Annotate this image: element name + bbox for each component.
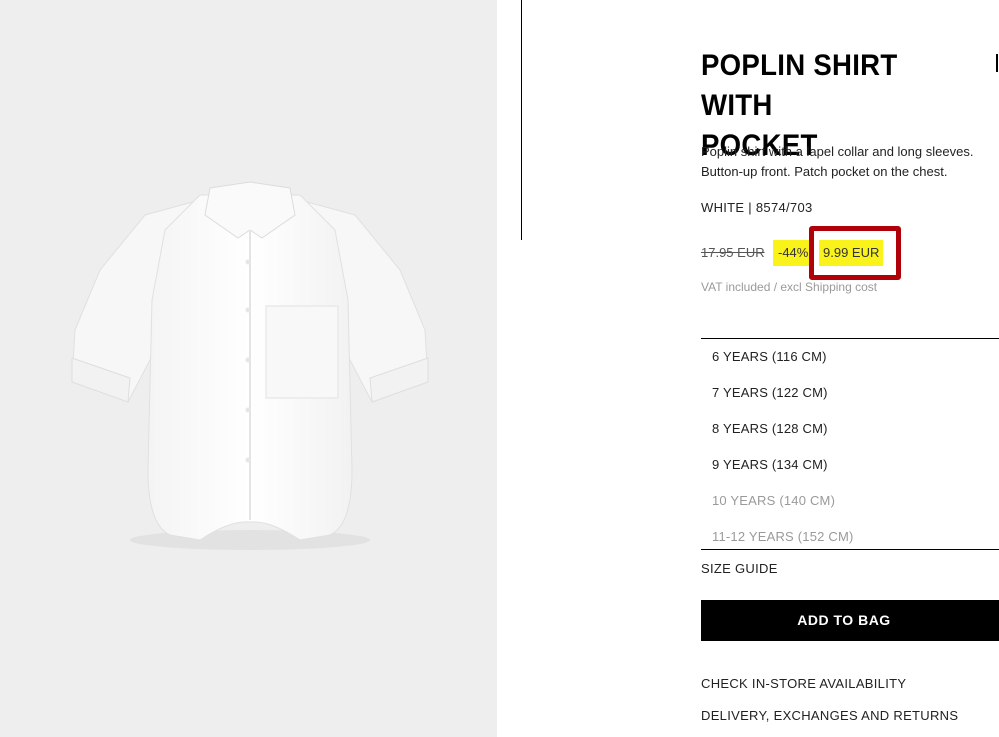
size-option[interactable]: 9 YEARS (134 CM) [701, 447, 999, 483]
product-description: Poplin shirt with a lapel collar and lon… [701, 142, 999, 182]
delivery-returns-link[interactable]: DELIVERY, EXCHANGES AND RETURNS [701, 708, 958, 723]
vat-note: VAT included / excl Shipping cost [701, 280, 878, 294]
size-option-unavailable[interactable]: 11-12 YEARS (152 CM) [701, 519, 999, 549]
product-title-line1: POPLIN SHIRT WITH [701, 49, 898, 122]
check-in-store-link[interactable]: CHECK IN-STORE AVAILABILITY [701, 676, 906, 691]
size-option[interactable]: 8 YEARS (128 CM) [701, 411, 999, 447]
size-selector: 6 YEARS (116 CM) 7 YEARS (122 CM) 8 YEAR… [701, 338, 999, 550]
product-image[interactable] [0, 0, 497, 737]
description-line2: Button-up front. Patch pocket on the che… [701, 164, 948, 179]
size-option-unavailable[interactable]: 10 YEARS (140 CM) [701, 483, 999, 519]
size-option[interactable]: 6 YEARS (116 CM) [701, 339, 999, 375]
edge-mark [996, 54, 998, 72]
shirt-illustration [71, 181, 429, 550]
vertical-divider [521, 0, 522, 240]
size-option[interactable]: 7 YEARS (122 CM) [701, 375, 999, 411]
color-reference: WHITE | 8574/703 [701, 200, 813, 215]
price-highlight-annotation [809, 226, 901, 280]
old-price: 17.95 EUR [701, 245, 765, 260]
discount-badge: -44% [773, 240, 814, 266]
size-guide-link[interactable]: SIZE GUIDE [701, 561, 778, 576]
add-to-bag-button[interactable]: ADD TO BAG [701, 600, 999, 641]
description-line1: Poplin shirt with a lapel collar and lon… [701, 144, 974, 159]
